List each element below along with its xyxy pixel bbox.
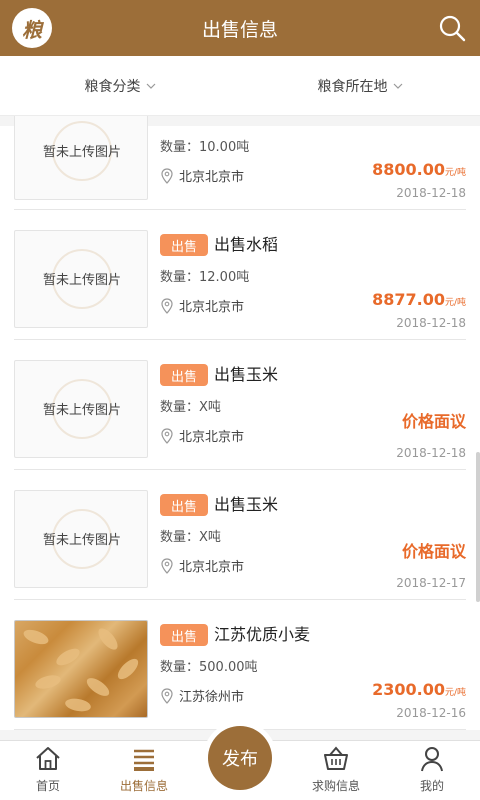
listing-quantity: 数量：12.00吨 — [160, 270, 250, 285]
app-header: 粮 出售信息 — [0, 0, 480, 56]
scrollbar[interactable] — [476, 452, 480, 602]
user-icon — [421, 747, 443, 772]
listing-quantity: 数量：X吨 — [160, 530, 221, 545]
listing-location: 北京北京市 — [160, 296, 244, 315]
listing-date: 2018-12-18 — [396, 316, 466, 330]
listing-price: 8800.00元/吨 — [372, 160, 466, 179]
listing-quantity: 数量：500.00吨 — [160, 660, 258, 675]
listing-list: 暂未上传图片 数量：10.00吨 北京北京市 8800.00元/吨 2018-1… — [0, 116, 480, 730]
listing-price-value: 2300.00 — [372, 680, 445, 699]
sell-tag: 出售 — [160, 234, 208, 256]
category-filter-label: 粮食分类 — [84, 78, 141, 95]
listing-card[interactable]: 暂未上传图片 出售 出售水稻 数量：12.00吨 北京北京市 8877.00元/… — [14, 210, 466, 340]
listing-price-unit: 元/吨 — [444, 688, 466, 698]
listing-location-text: 北京北京市 — [179, 300, 245, 315]
listing-location: 北京北京市 — [160, 556, 244, 575]
listing-location-text: 北京北京市 — [179, 430, 245, 445]
listing-card[interactable]: 出售 江苏优质小麦 数量：500.00吨 江苏徐州市 2300.00元/吨 20… — [14, 600, 466, 730]
listing-price-unit: 元/吨 — [444, 168, 466, 178]
location-pin-icon — [161, 557, 173, 574]
listing-scroll[interactable]: 暂未上传图片 数量：10.00吨 北京北京市 8800.00元/吨 2018-1… — [0, 116, 480, 740]
publish-button[interactable]: 发布 — [208, 726, 272, 790]
tab-mine[interactable]: 我的 — [384, 741, 480, 800]
tab-sell-label: 出售信息 — [119, 779, 168, 793]
logo-mark: 粮 — [22, 17, 42, 42]
listing-image-wheat — [14, 620, 148, 718]
listing-location: 江苏徐州市 — [160, 686, 244, 705]
sell-tag: 出售 — [160, 364, 208, 386]
no-image-text: 暂未上传图片 — [42, 403, 121, 418]
listing-title: 出售水稻 — [214, 235, 279, 254]
listing-title: 出售玉米 — [214, 365, 279, 384]
search-icon[interactable] — [438, 14, 466, 42]
listing-title: 出售玉米 — [214, 495, 279, 514]
tab-buy[interactable]: 求购信息 — [288, 741, 384, 800]
listing-price-unit: 元/吨 — [444, 298, 466, 308]
listing-card[interactable]: 暂未上传图片 数量：10.00吨 北京北京市 8800.00元/吨 2018-1… — [14, 116, 466, 210]
listing-image-placeholder: 暂未上传图片 — [14, 490, 148, 588]
listing-price: 8877.00元/吨 — [372, 290, 466, 309]
listing-price: 2300.00元/吨 — [372, 680, 466, 699]
listing-card[interactable]: 暂未上传图片 出售 出售玉米 数量：X吨 北京北京市 价格面议 2018-12-… — [14, 470, 466, 600]
listing-price-negotiable: 价格面议 — [401, 542, 466, 561]
page-title: 出售信息 — [201, 18, 278, 41]
category-filter[interactable]: 粮食分类 — [0, 56, 240, 115]
sell-tag: 出售 — [160, 624, 208, 646]
listing-location: 北京北京市 — [160, 166, 244, 185]
listing-date: 2018-12-16 — [396, 706, 466, 720]
listing-image-placeholder: 暂未上传图片 — [14, 360, 148, 458]
location-pin-icon — [161, 297, 173, 314]
listing-price-value: 8800.00 — [372, 160, 445, 179]
listing-title: 江苏优质小麦 — [214, 625, 311, 644]
location-pin-icon — [161, 687, 173, 704]
tab-sell[interactable]: 出售信息 — [96, 741, 192, 800]
sell-tag: 出售 — [160, 494, 208, 516]
sell-list-icon — [134, 749, 154, 771]
no-image-text: 暂未上传图片 — [42, 273, 121, 288]
listing-date: 2018-12-18 — [396, 186, 466, 200]
tab-buy-label: 求购信息 — [311, 779, 360, 793]
basket-icon — [324, 746, 348, 770]
no-image-text: 暂未上传图片 — [42, 533, 121, 548]
tab-home-label: 首页 — [35, 779, 60, 793]
listing-location: 北京北京市 — [160, 426, 244, 445]
tab-mine-label: 我的 — [419, 779, 444, 793]
location-pin-icon — [161, 167, 173, 184]
listing-quantity: 数量：X吨 — [160, 400, 221, 415]
no-image-text: 暂未上传图片 — [42, 145, 121, 160]
chevron-down-icon — [393, 83, 402, 89]
listing-date: 2018-12-17 — [396, 576, 466, 590]
listing-date: 2018-12-18 — [396, 446, 466, 460]
listing-price-value: 8877.00 — [372, 290, 445, 309]
tab-home[interactable]: 首页 — [0, 741, 96, 800]
location-filter[interactable]: 粮食所在地 — [240, 56, 480, 115]
location-pin-icon — [161, 427, 173, 444]
filter-bar: 粮食分类 粮食所在地 — [0, 56, 480, 116]
chevron-down-icon — [146, 83, 155, 89]
home-icon — [36, 747, 60, 770]
listing-image-placeholder: 暂未上传图片 — [14, 116, 148, 200]
listing-card[interactable]: 暂未上传图片 出售 出售玉米 数量：X吨 北京北京市 价格面议 2018-12-… — [14, 340, 466, 470]
listing-price-negotiable: 价格面议 — [401, 412, 466, 431]
listing-location-text: 江苏徐州市 — [179, 690, 245, 705]
listing-location-text: 北京北京市 — [179, 560, 245, 575]
app-logo: 粮 — [12, 8, 52, 48]
listing-location-text: 北京北京市 — [179, 170, 245, 185]
location-filter-label: 粮食所在地 — [317, 78, 388, 95]
listing-quantity: 数量：10.00吨 — [160, 140, 250, 155]
listing-image-placeholder: 暂未上传图片 — [14, 230, 148, 328]
